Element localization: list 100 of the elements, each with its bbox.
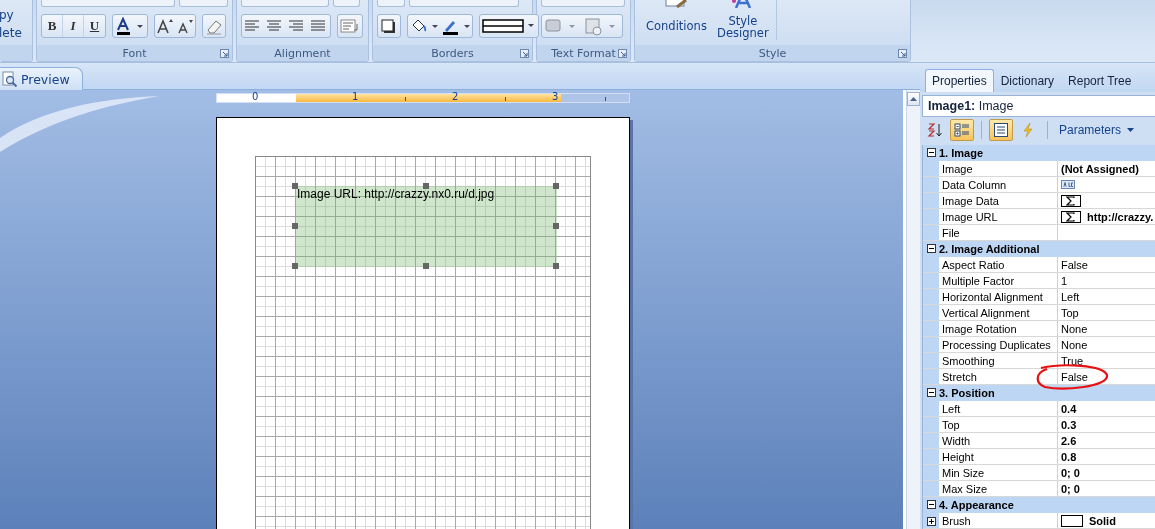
panel-tab[interactable]: Properties — [925, 69, 994, 92]
ruler-margin — [561, 94, 629, 102]
property-row[interactable]: Multiple Factor 1 — [923, 273, 1155, 289]
property-value[interactable]: 2.6 — [1061, 434, 1077, 447]
resize-handle[interactable] — [553, 223, 559, 229]
property-value[interactable]: False — [1061, 370, 1088, 383]
collapse-icon[interactable] — [926, 500, 936, 509]
conditions-button[interactable]: Conditions — [641, 0, 712, 32]
property-row[interactable]: Data Column — [923, 177, 1155, 193]
ribbon-button-label[interactable]: lete — [0, 25, 33, 40]
property-row[interactable]: Image URL http://crazzy. — [923, 209, 1155, 225]
style-designer-button[interactable]: Style Designer — [711, 0, 774, 39]
property-row[interactable]: Smoothing True — [923, 353, 1155, 369]
property-row[interactable]: Aspect Ratio False — [923, 257, 1155, 273]
resize-handle[interactable] — [292, 263, 298, 269]
property-row[interactable]: Processing Duplicates None — [923, 337, 1155, 353]
property-value[interactable]: False — [1061, 258, 1088, 271]
property-value[interactable]: True — [1061, 354, 1084, 367]
property-name: Min Size — [942, 466, 985, 479]
property-value[interactable]: Solid — [1089, 514, 1116, 527]
collapse-icon[interactable] — [926, 244, 936, 253]
categories-icon — [954, 122, 970, 138]
property-row[interactable]: Image Rotation None — [923, 321, 1155, 337]
property-row[interactable]: Width 2.6 — [923, 433, 1155, 449]
format-button[interactable]: U — [84, 15, 105, 37]
sigma-icon[interactable] — [1061, 194, 1081, 207]
lightning-icon — [1020, 122, 1036, 138]
property-name: Multiple Factor — [942, 274, 1015, 287]
property-name: Stretch — [942, 370, 977, 383]
resize-handle[interactable] — [422, 263, 429, 269]
property-value[interactable]: 1 — [1061, 274, 1068, 287]
resize-handle[interactable] — [422, 183, 429, 189]
property-name: Horizontal Alignment — [942, 290, 1043, 303]
property-value[interactable]: 0.4 — [1061, 402, 1077, 415]
caret-icon — [1127, 128, 1135, 132]
property-row[interactable]: Top 0.3 — [923, 417, 1155, 433]
image-component[interactable]: Image URL: http://crazzy.nx0.ru/d.jpg — [295, 186, 557, 267]
property-row[interactable]: Image (Not Assigned) — [923, 161, 1155, 177]
property-value[interactable]: 0; 0 — [1061, 466, 1080, 479]
expand-icon[interactable] — [926, 516, 936, 526]
property-value[interactable]: Left — [1061, 290, 1080, 303]
property-row[interactable]: Horizontal Alignment Left — [923, 289, 1155, 305]
panel-tab[interactable]: Report Tree — [1061, 69, 1139, 92]
property-row[interactable]: Height 0.8 — [923, 449, 1155, 465]
resize-handle[interactable] — [292, 183, 298, 189]
property-value[interactable]: (Not Assigned) — [1061, 162, 1139, 175]
categories-button[interactable] — [950, 119, 974, 141]
property-name: Left — [942, 402, 961, 415]
scrollbar[interactable] — [906, 90, 920, 529]
document-tab[interactable]: Preview — [0, 67, 83, 90]
collapse-icon[interactable] — [926, 148, 936, 157]
category-label: 3. Position — [939, 386, 995, 399]
property-row[interactable]: Min Size 0; 0 — [923, 465, 1155, 481]
property-name: Top — [942, 418, 960, 431]
resize-handle[interactable] — [292, 223, 298, 229]
ruler-label: 1 — [352, 91, 359, 103]
panel-tab[interactable]: Dictionary — [993, 69, 1062, 92]
group-label: Style — [758, 46, 787, 60]
property-row[interactable]: Left 0.4 — [923, 401, 1155, 417]
property-value[interactable]: 0.3 — [1061, 418, 1077, 431]
resize-handle[interactable] — [553, 263, 559, 269]
font-name-field[interactable] — [41, 0, 175, 7]
component-title: Image1: Image — [928, 99, 1014, 113]
format-button[interactable]: I — [63, 15, 84, 37]
property-name: Data Column — [942, 178, 1007, 191]
property-value[interactable]: Top — [1061, 306, 1079, 319]
scroll-up-icon — [910, 97, 917, 101]
group-label: Alignment — [274, 46, 331, 60]
property-list-icon — [993, 122, 1009, 138]
group-label: Borders — [431, 46, 474, 60]
property-name: Processing Duplicates — [942, 338, 1051, 351]
category-label: 2. Image Additional — [939, 242, 1040, 255]
resize-handle[interactable] — [553, 183, 559, 189]
property-value[interactable]: None — [1061, 322, 1088, 335]
dialog-launcher-icon[interactable] — [618, 49, 627, 58]
group-label: Text Format — [551, 46, 616, 60]
property-value[interactable]: http://crazzy. — [1087, 210, 1154, 223]
property-row[interactable]: Brush Solid — [923, 513, 1155, 529]
property-name: Aspect Ratio — [942, 258, 1005, 271]
collapse-icon[interactable] — [926, 388, 936, 397]
font-size-field[interactable] — [178, 0, 228, 7]
dialog-launcher-icon[interactable] — [520, 49, 529, 58]
property-value[interactable]: 0; 0 — [1061, 482, 1080, 495]
component-text: Image URL: http://crazzy.nx0.ru/d.jpg — [297, 187, 495, 201]
property-value[interactable]: None — [1061, 338, 1088, 351]
property-value[interactable]: 0.8 — [1061, 450, 1077, 463]
dialog-launcher-icon[interactable] — [898, 49, 907, 58]
property-name: Vertical Alignment — [942, 306, 1030, 319]
ribbon-button-label[interactable]: py — [0, 7, 33, 22]
parameters-dropdown[interactable]: Parameters — [1055, 123, 1139, 137]
property-row[interactable]: Image Data — [923, 193, 1155, 209]
property-name: Image — [942, 162, 973, 175]
property-row[interactable]: Vertical Alignment Top — [923, 305, 1155, 321]
format-button[interactable]: B — [42, 15, 63, 37]
property-list-button[interactable] — [989, 119, 1013, 141]
dialog-launcher-icon[interactable] — [220, 49, 229, 58]
ruler-label: 2 — [452, 91, 459, 103]
property-name: Max Size — [942, 482, 988, 495]
sigma-icon[interactable] — [1061, 210, 1081, 223]
property-name: Height — [942, 450, 974, 463]
